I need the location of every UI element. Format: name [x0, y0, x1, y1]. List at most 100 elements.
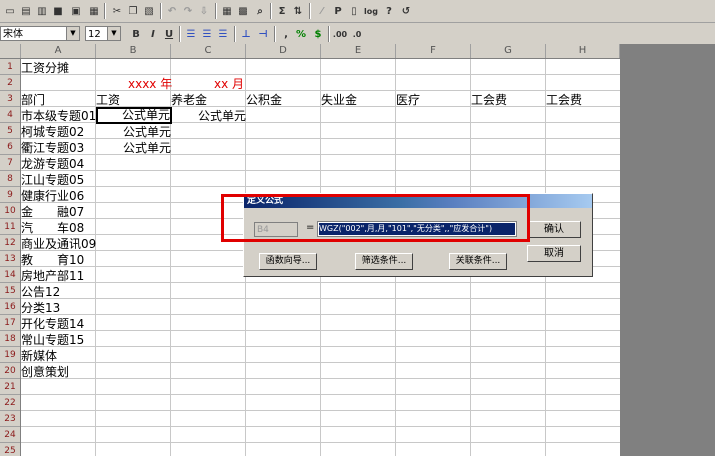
find-icon[interactable]: ⌕ [252, 3, 268, 19]
column-header[interactable]: D [246, 44, 321, 58]
department-cell[interactable]: 汽 车08 [21, 220, 84, 236]
undo-icon[interactable]: ↶ [164, 3, 180, 19]
row-header[interactable]: 16 [0, 299, 20, 315]
open-folder-icon[interactable]: ▥ [34, 3, 50, 19]
row-header[interactable]: 5 [0, 123, 20, 139]
underline-button[interactable]: U [161, 26, 177, 42]
percent-button[interactable]: % [293, 26, 309, 42]
return-icon[interactable]: ↺ [398, 3, 414, 19]
relation-conditions-button[interactable]: 关联条件... [449, 253, 507, 270]
department-cell[interactable]: 新媒体 [21, 348, 57, 364]
sum-icon[interactable]: Σ [274, 3, 290, 19]
bold-button[interactable]: B [128, 26, 144, 42]
department-cell[interactable]: 健康行业06 [21, 188, 84, 204]
row-header[interactable]: 2 [0, 75, 20, 91]
italic-button[interactable]: I [145, 26, 161, 42]
department-cell[interactable]: 公告12 [21, 284, 60, 300]
vertical-align-icon[interactable]: ⊥ [238, 26, 254, 42]
cell-c3[interactable]: 养老金 [171, 92, 207, 108]
new-file-icon[interactable]: ▭ [2, 3, 18, 19]
department-cell[interactable]: 柯城专题02 [21, 124, 84, 140]
column-header[interactable]: G [471, 44, 546, 58]
column-header[interactable]: C [171, 44, 246, 58]
cell-a1[interactable]: 工资分摊 [21, 60, 69, 76]
row-header[interactable]: 9 [0, 187, 20, 203]
row-header[interactable]: 23 [0, 411, 20, 427]
column-header[interactable]: A [21, 44, 96, 58]
department-cell[interactable]: 分类13 [21, 300, 60, 316]
filter-conditions-button[interactable]: 筛选条件... [355, 253, 413, 270]
column-header[interactable]: E [321, 44, 396, 58]
row-header[interactable]: 4 [0, 107, 20, 123]
department-cell[interactable]: 房地产部11 [21, 268, 84, 284]
cell-a3[interactable]: 部门 [21, 92, 45, 108]
chart-icon[interactable]: ⁄ [314, 3, 330, 19]
sort-icon[interactable]: ⇅ [290, 3, 306, 19]
open-file-icon[interactable]: ▤ [18, 3, 34, 19]
merge-icon[interactable]: ⊣ [255, 26, 271, 42]
department-cell[interactable]: 常山专题15 [21, 332, 84, 348]
cell-b2[interactable]: xxxx 年 [128, 76, 172, 92]
copy-icon[interactable]: ❐ [125, 3, 141, 19]
redo-icon[interactable]: ↷ [180, 3, 196, 19]
department-cell[interactable]: 开化专题14 [21, 316, 84, 332]
row-header[interactable]: 6 [0, 139, 20, 155]
row-header[interactable]: 10 [0, 203, 20, 219]
cell-b3[interactable]: 工资 [96, 92, 120, 108]
comma-button[interactable]: , [278, 26, 294, 42]
ok-button[interactable]: 确认 [527, 221, 581, 238]
row-header[interactable]: 22 [0, 395, 20, 411]
paste-icon[interactable]: ▧ [141, 3, 157, 19]
formula-p-icon[interactable]: P [330, 3, 346, 19]
fill-icon[interactable]: ⇩ [196, 3, 212, 19]
select-all-corner[interactable] [0, 44, 21, 58]
function-wizard-button[interactable]: 函数向导... [259, 253, 317, 270]
department-cell[interactable]: 市本级专题01 [21, 108, 96, 124]
help-icon[interactable]: ? [381, 3, 397, 19]
cell-b6[interactable]: 公式单元 [96, 140, 171, 156]
cell-f3[interactable]: 医疗 [396, 92, 420, 108]
cell-c4[interactable]: 公式单元 [171, 108, 246, 124]
cell-c2[interactable]: xx 月 [214, 76, 244, 92]
row-header[interactable]: 1 [0, 59, 20, 75]
department-cell[interactable]: 江山专题05 [21, 172, 84, 188]
row-header[interactable]: 7 [0, 155, 20, 171]
log-icon[interactable]: log [363, 3, 379, 19]
department-cell[interactable]: 金 融07 [21, 204, 84, 220]
align-right-icon[interactable]: ☰ [215, 26, 231, 42]
table-icon[interactable]: ▦ [219, 3, 235, 19]
chevron-down-icon[interactable]: ▼ [107, 27, 120, 40]
cut-icon[interactable]: ✂ [109, 3, 125, 19]
increase-decimal-button[interactable]: .00 [332, 26, 348, 42]
department-cell[interactable]: 教 育10 [21, 252, 84, 268]
cell-e3[interactable]: 失业金 [321, 92, 357, 108]
row-header[interactable]: 21 [0, 379, 20, 395]
row-header[interactable]: 24 [0, 427, 20, 443]
cell-d3[interactable]: 公积金 [246, 92, 282, 108]
font-name-select[interactable]: 宋体 ▼ [0, 26, 80, 41]
row-header[interactable]: 12 [0, 235, 20, 251]
align-left-icon[interactable]: ☰ [183, 26, 199, 42]
row-header[interactable]: 8 [0, 171, 20, 187]
row-header[interactable]: 18 [0, 331, 20, 347]
column-header[interactable]: F [396, 44, 471, 58]
cell-b4-selected[interactable]: 公式单元 [96, 107, 172, 124]
cell-g3[interactable]: 工会费 [471, 92, 507, 108]
decrease-decimal-button[interactable]: .0 [349, 26, 365, 42]
print-preview-icon[interactable]: ▣ [68, 3, 84, 19]
cell-b5[interactable]: 公式单元 [96, 124, 171, 140]
save-icon[interactable]: ■ [50, 3, 66, 19]
cell-h3[interactable]: 工会费 [546, 92, 582, 108]
department-cell[interactable]: 衢江专题03 [21, 140, 84, 156]
row-header[interactable]: 20 [0, 363, 20, 379]
cancel-button[interactable]: 取消 [527, 245, 581, 262]
row-header[interactable]: 17 [0, 315, 20, 331]
print-icon[interactable]: ▦ [86, 3, 102, 19]
column-header[interactable]: B [96, 44, 171, 58]
row-header[interactable]: 3 [0, 91, 20, 107]
department-cell[interactable]: 龙游专题04 [21, 156, 84, 172]
currency-button[interactable]: $ [310, 26, 326, 42]
department-cell[interactable]: 创意策划 [21, 364, 69, 380]
align-center-icon[interactable]: ☰ [199, 26, 215, 42]
row-header[interactable]: 19 [0, 347, 20, 363]
